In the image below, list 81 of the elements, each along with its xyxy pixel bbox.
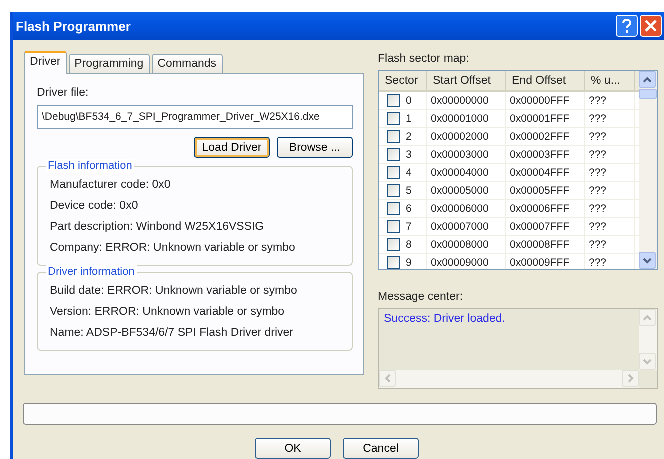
table-cell: 0x00006FFF: [506, 200, 585, 217]
tab[interactable]: Commands: [152, 54, 223, 73]
load-driver-button[interactable]: Load Driver: [194, 137, 270, 158]
info-line: Part description: Winbond W25X16VSSIG: [50, 220, 266, 235]
browse-button[interactable]: Browse ...: [277, 137, 353, 158]
table-cell: 0x00003FFF: [506, 146, 585, 163]
info-line: Name: ADSP-BF534/6/7 SPI Flash Driver driver: [50, 326, 294, 341]
cancel-button[interactable]: Cancel: [343, 438, 419, 459]
table-cell: 0x00001FFF: [506, 110, 585, 127]
table-cell: ???: [585, 146, 635, 163]
checkbox[interactable]: [387, 238, 400, 251]
table-cell: 0x00006000: [427, 200, 506, 217]
scroll-up-button[interactable]: [639, 71, 656, 88]
checkbox[interactable]: [387, 166, 400, 179]
help-button[interactable]: [616, 15, 638, 37]
checkbox[interactable]: [387, 130, 400, 143]
close-button[interactable]: [640, 15, 662, 37]
message-text: Success: Driver loaded.: [383, 312, 506, 327]
column-header[interactable]: Start Offset: [427, 71, 506, 90]
table-cell: 9: [406, 256, 412, 268]
window-title: Flash Programmer: [16, 18, 132, 34]
table-cell: 0x00003000: [427, 146, 506, 163]
table-cell: 0x00004FFF: [506, 164, 585, 181]
ok-button[interactable]: OK: [255, 438, 331, 459]
table-cell: 0x00009000: [427, 254, 506, 269]
checkbox[interactable]: [387, 220, 400, 233]
field-label: Driver file:: [37, 86, 90, 100]
close-icon: [645, 20, 657, 32]
checkbox[interactable]: [387, 202, 400, 215]
table-cell: ???: [585, 200, 635, 217]
question-icon: [622, 18, 632, 34]
table-cell: 6: [406, 202, 412, 214]
tab[interactable]: Driver: [24, 51, 67, 74]
checkbox[interactable]: [387, 112, 400, 125]
table-cell: 8: [406, 238, 412, 250]
driver-file-field[interactable]: \Debug\BF534_6_7_SPI_Programmer_Driver_W25X16.dxe: [37, 105, 353, 129]
table-cell: 7: [406, 220, 412, 232]
table-cell: ???: [585, 218, 635, 235]
info-line: Version: ERROR: Unknown variable or symbo: [50, 305, 286, 320]
table-cell: 1: [406, 112, 412, 124]
table-cell: ???: [585, 236, 635, 253]
column-header[interactable]: End Offset: [506, 71, 585, 90]
table-cell: 0x00002FFF: [506, 128, 585, 145]
info-line: Device code: 0x0: [50, 199, 140, 214]
table-cell: 0x00001000: [427, 110, 506, 127]
checkbox[interactable]: [387, 184, 400, 197]
table-cell: 0x00008FFF: [506, 236, 585, 253]
checkbox[interactable]: [387, 256, 400, 269]
table-cell: 0: [406, 94, 412, 106]
table-cell: 0x00007FFF: [506, 218, 585, 235]
table-cell: ???: [585, 182, 635, 199]
table-cell: 0x00009FFF: [506, 254, 585, 269]
section-label: Message center:: [378, 290, 464, 304]
table-cell: ???: [585, 128, 635, 145]
table-cell: ???: [585, 92, 635, 109]
table-cell: 0x00000000: [427, 92, 506, 109]
tab[interactable]: Programming: [68, 54, 150, 73]
table-cell: 0x00004000: [427, 164, 506, 181]
info-line: Build date: ERROR: Unknown variable or symbo: [50, 284, 298, 299]
scroll-down-button[interactable]: [639, 252, 656, 269]
table-cell: 0x00008000: [427, 236, 506, 253]
table-cell: ???: [585, 164, 635, 181]
table-cell: 3: [406, 148, 412, 160]
table-cell: 0x00005FFF: [506, 182, 585, 199]
table-cell: 4: [406, 166, 412, 178]
info-line: Company: ERROR: Unknown variable or symbo: [50, 241, 296, 256]
scrollbar-thumb[interactable]: [639, 89, 657, 99]
column-header[interactable]: Sector: [379, 71, 427, 90]
table-cell: 0x00002000: [427, 128, 506, 145]
checkbox[interactable]: [387, 94, 400, 107]
table-cell: 0x00005000: [427, 182, 506, 199]
column-header[interactable]: % u...: [585, 71, 635, 90]
table-cell: 2: [406, 130, 412, 142]
table-cell: ???: [585, 254, 635, 269]
info-line: Manufacturer code: 0x0: [50, 178, 172, 193]
table-cell: 5: [406, 184, 412, 196]
checkbox[interactable]: [387, 148, 400, 161]
table-cell: ???: [585, 110, 635, 127]
section-label: Flash sector map:: [378, 52, 470, 66]
table-cell: 0x00000FFF: [506, 92, 585, 109]
table-cell: 0x00007000: [427, 218, 506, 235]
